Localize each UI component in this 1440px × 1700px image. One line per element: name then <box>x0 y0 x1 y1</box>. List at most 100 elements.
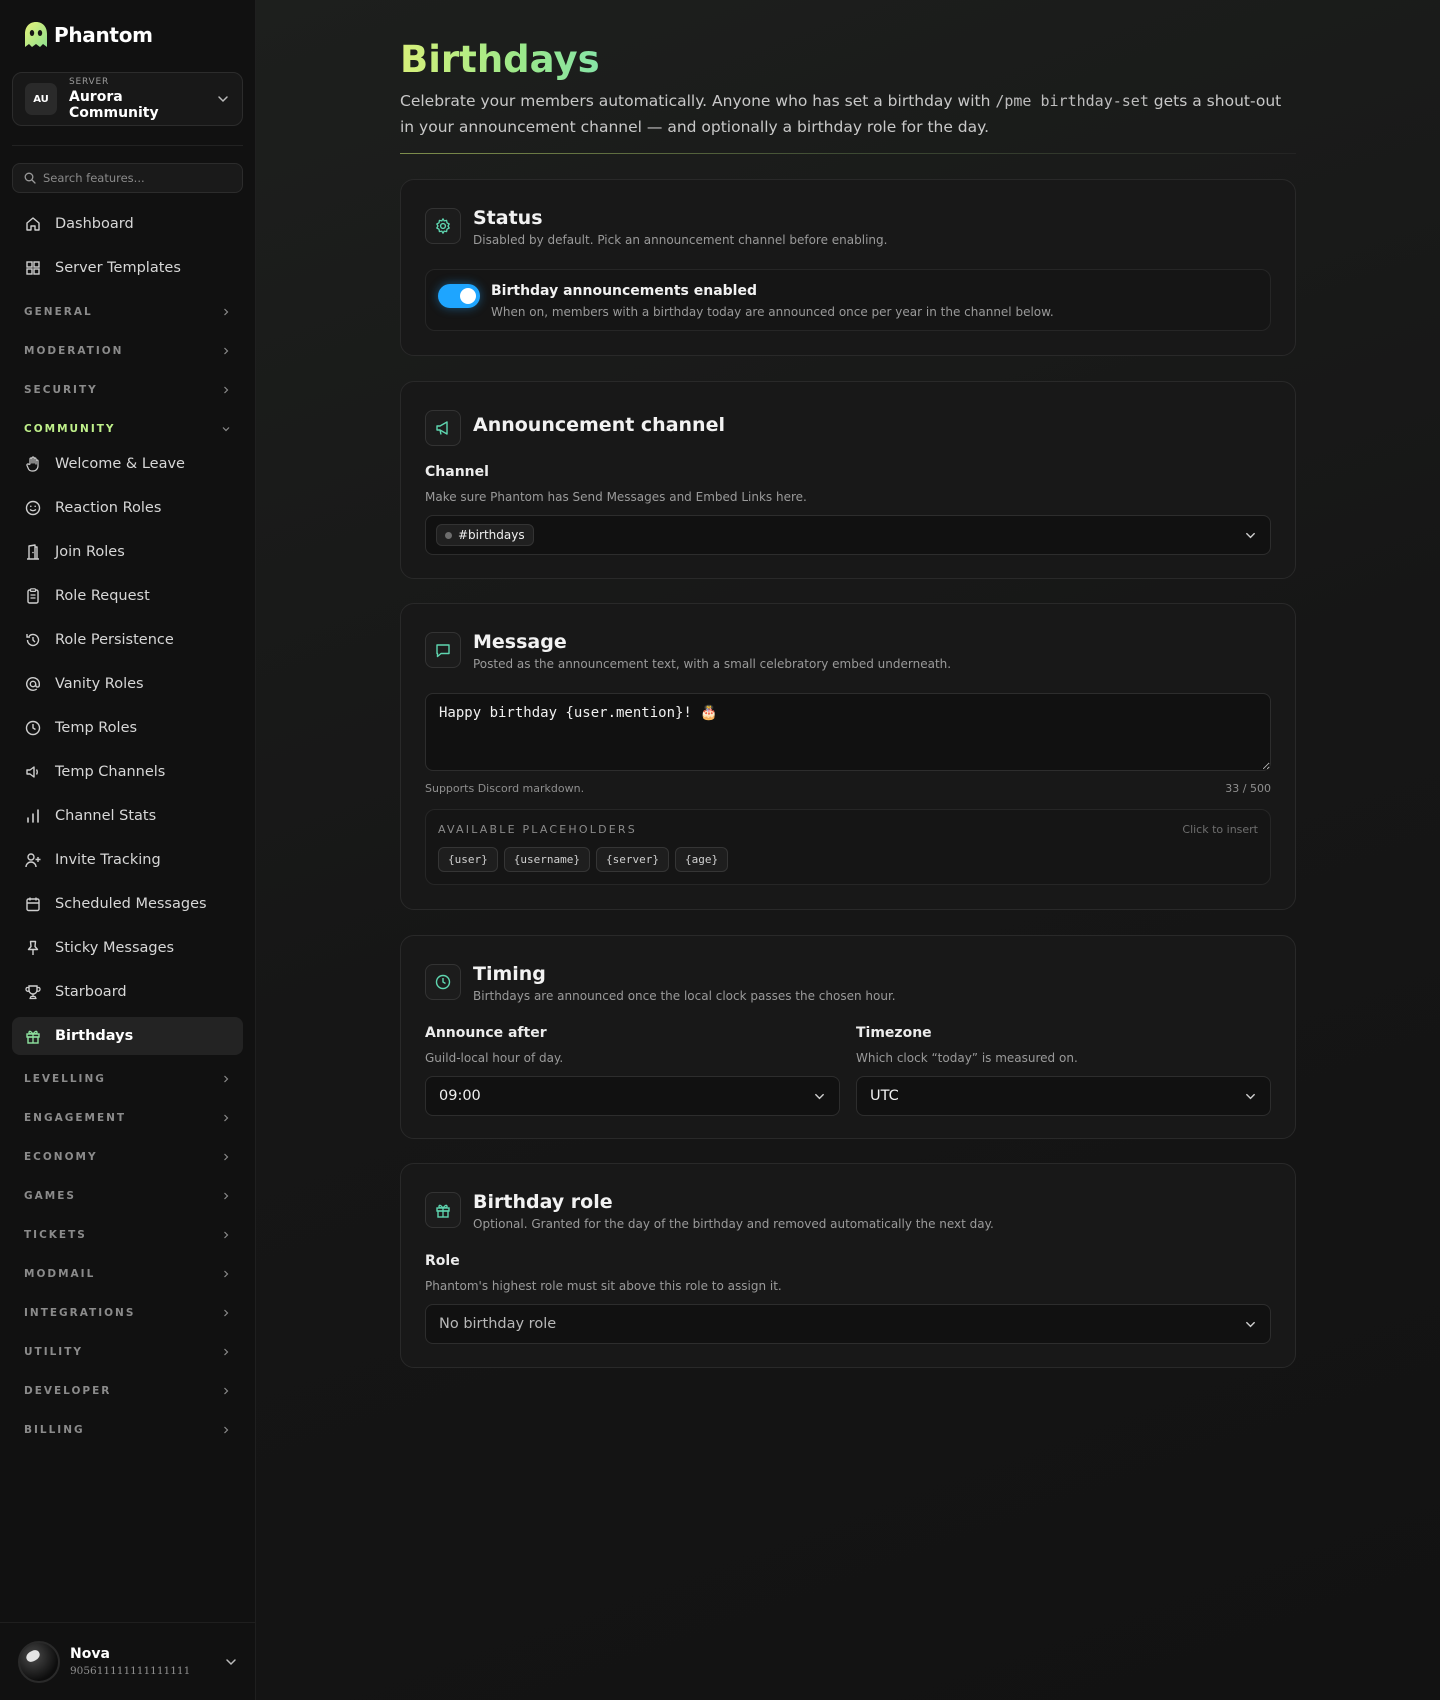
server-avatar: AU <box>25 83 57 115</box>
role-card: Birthday role Optional. Granted for the … <box>400 1163 1296 1368</box>
placeholder-chip-user[interactable]: {user} <box>438 847 498 872</box>
section-community[interactable]: COMMUNITY <box>24 420 231 438</box>
sidebar-item-label: Dashboard <box>55 216 134 232</box>
sidebar-item-label: Channel Stats <box>55 808 157 824</box>
sidebar-item-role-persistence[interactable]: Role Persistence <box>12 621 243 659</box>
markdown-helper: Supports Discord markdown. <box>425 782 585 795</box>
sidebar-item-temp-roles[interactable]: Temp Roles <box>12 709 243 747</box>
announcements-toggle-row: Birthday announcements enabled When on, … <box>425 269 1271 331</box>
command-code: /pme birthday-set <box>995 92 1149 110</box>
section-modmail[interactable]: MODMAIL <box>24 1265 231 1283</box>
section-levelling[interactable]: LEVELLING <box>24 1070 231 1088</box>
section-utility[interactable]: UTILITY <box>24 1343 231 1361</box>
chevron-down-icon <box>1246 1321 1255 1328</box>
status-card: Status Disabled by default. Pick an anno… <box>400 179 1296 356</box>
sidebar-item-label: Starboard <box>55 984 127 1000</box>
chevron-right-icon <box>224 386 229 394</box>
sidebar-item-dashboard[interactable]: Dashboard <box>12 205 243 243</box>
sidebar-item-label: Vanity Roles <box>55 676 144 692</box>
section-security[interactable]: SECURITY <box>24 381 231 399</box>
section-moderation[interactable]: MODERATION <box>24 342 231 360</box>
placeholder-chip-username[interactable]: {username} <box>503 847 590 872</box>
brand-name: Phantom <box>54 23 153 47</box>
sidebar-item-welcome-leave[interactable]: Welcome & Leave <box>12 445 243 483</box>
sidebar-item-reaction-roles[interactable]: Reaction Roles <box>12 489 243 527</box>
sidebar-item-join-roles[interactable]: Join Roles <box>12 533 243 571</box>
channel-select[interactable]: #birthdays <box>425 515 1271 555</box>
section-billing[interactable]: BILLING <box>24 1421 231 1439</box>
clipboard-icon <box>27 588 39 604</box>
user-plus-icon <box>25 853 41 868</box>
placeholder-chip-server[interactable]: {server} <box>595 847 669 872</box>
card-subtitle: Optional. Granted for the day of the bir… <box>473 1217 994 1231</box>
birthday-role-select[interactable]: No birthday role <box>425 1304 1271 1344</box>
gear-icon <box>436 218 450 234</box>
pin-icon <box>27 940 39 955</box>
section-integrations[interactable]: INTEGRATIONS <box>24 1304 231 1322</box>
sidebar-item-server-templates[interactable]: Server Templates <box>12 249 243 287</box>
server-name: Aurora Community <box>69 89 159 121</box>
sidebar-item-scheduled-messages[interactable]: Scheduled Messages <box>12 885 243 923</box>
sidebar-item-label: Temp Roles <box>55 720 138 736</box>
sidebar-item-channel-stats[interactable]: Channel Stats <box>12 797 243 835</box>
search-box[interactable] <box>12 163 243 193</box>
hand-icon <box>26 456 39 472</box>
bar-chart-icon <box>27 809 39 823</box>
select-value: 09:00 <box>439 1088 481 1104</box>
page-description: Celebrate your members automatically. An… <box>400 88 1300 140</box>
sidebar-item-label: Welcome & Leave <box>55 456 185 472</box>
card-title: Message <box>473 631 567 653</box>
announcements-toggle[interactable] <box>438 284 480 308</box>
section-engagement[interactable]: ENGAGEMENT <box>24 1109 231 1127</box>
section-games[interactable]: GAMES <box>24 1187 231 1205</box>
field-label: Channel <box>425 464 489 480</box>
sidebar-item-label: Birthdays <box>55 1028 134 1044</box>
placeholder-chip-age[interactable]: {age} <box>674 847 729 872</box>
placeholder-chips: {user} {username} {server} {age} <box>438 847 729 872</box>
timezone-select[interactable]: UTC <box>856 1076 1271 1116</box>
section-label: GENERAL <box>24 306 93 318</box>
section-label: LEVELLING <box>24 1073 106 1085</box>
section-label: GAMES <box>24 1190 76 1202</box>
user-menu[interactable]: Nova 905611111111111111 <box>0 1622 256 1700</box>
section-label: UTILITY <box>24 1346 83 1358</box>
at-sign-icon <box>26 676 41 691</box>
message-card: Message Posted as the announcement text,… <box>400 603 1296 910</box>
announce-hour-select[interactable]: 09:00 <box>425 1076 840 1116</box>
section-developer[interactable]: DEVELOPER <box>24 1382 231 1400</box>
brand[interactable]: Phantom <box>22 20 153 50</box>
sidebar-item-birthdays[interactable]: Birthdays <box>12 1017 243 1055</box>
chevron-right-icon <box>224 1309 229 1317</box>
main-content: Birthdays Celebrate your members automat… <box>256 0 1440 1700</box>
chevron-down-icon <box>1246 1093 1255 1100</box>
search-input[interactable] <box>43 171 223 185</box>
field-hint: Make sure Phantom has Send Messages and … <box>425 490 807 504</box>
server-switcher[interactable]: AU SERVER Aurora Community <box>12 72 243 126</box>
sidebar-item-temp-channels[interactable]: Temp Channels <box>12 753 243 791</box>
home-icon <box>26 217 40 231</box>
gift-icon <box>26 1030 40 1044</box>
card-title: Announcement channel <box>473 414 725 436</box>
sidebar-item-starboard[interactable]: Starboard <box>12 973 243 1011</box>
card-subtitle: Posted as the announcement text, with a … <box>473 657 952 671</box>
sidebar-item-invite-tracking[interactable]: Invite Tracking <box>12 841 243 879</box>
clock-icon <box>25 720 41 736</box>
section-tickets[interactable]: TICKETS <box>24 1226 231 1244</box>
placeholders-title: AVAILABLE PLACEHOLDERS <box>438 823 637 836</box>
sidebar-item-role-request[interactable]: Role Request <box>12 577 243 615</box>
title-divider <box>400 153 1296 154</box>
chevron-right-icon <box>224 1153 229 1161</box>
field-label: Timezone <box>856 1025 932 1041</box>
section-general[interactable]: GENERAL <box>24 303 231 321</box>
section-label: MODMAIL <box>24 1268 96 1280</box>
chevron-right-icon <box>224 1348 229 1356</box>
sidebar-item-label: Temp Channels <box>55 764 166 780</box>
sidebar-item-sticky-messages[interactable]: Sticky Messages <box>12 929 243 967</box>
card-subtitle: Birthdays are announced once the local c… <box>473 989 896 1003</box>
speaker-icon <box>26 766 38 778</box>
message-textarea[interactable]: Happy birthday {user.mention}! 🎂 <box>425 693 1271 771</box>
placeholders-box: AVAILABLE PLACEHOLDERS Click to insert {… <box>425 809 1271 885</box>
channel-dot <box>445 531 452 539</box>
section-economy[interactable]: ECONOMY <box>24 1148 231 1166</box>
sidebar-item-vanity-roles[interactable]: Vanity Roles <box>12 665 243 703</box>
